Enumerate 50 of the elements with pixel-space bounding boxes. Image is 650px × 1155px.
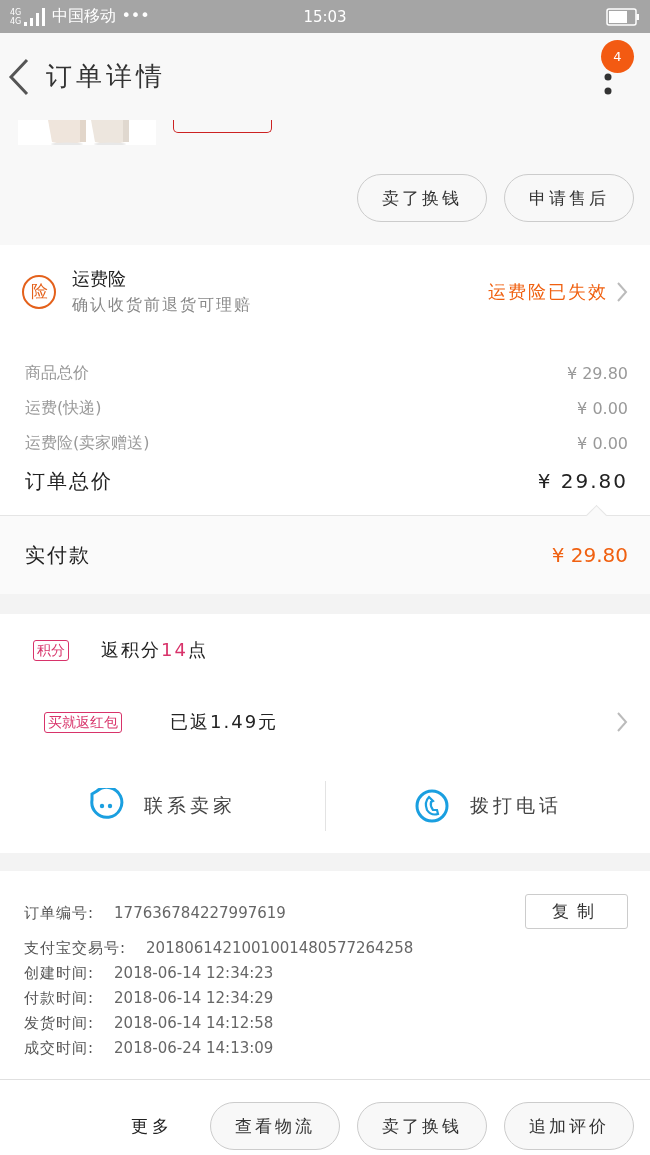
more-link[interactable]: 更多 <box>131 1114 173 1138</box>
info-label: 订单编号: <box>24 903 95 923</box>
network-label: 4G <box>10 16 22 26</box>
paid-value: ¥ 29.80 <box>551 543 628 567</box>
contact-button[interactable]: 联系卖家 <box>0 786 325 825</box>
rebate-text: 已返1.49元 <box>170 710 279 734</box>
info-value: 2018061421001001480577264258 <box>146 939 414 957</box>
back-icon[interactable] <box>8 57 30 96</box>
action-button[interactable]: 追加评价 <box>504 1102 634 1150</box>
copy-button[interactable]: 复制 <box>525 894 628 929</box>
page-title: 订单详情 <box>46 60 166 93</box>
price-value: ¥ 0.00 <box>577 434 628 453</box>
paid-label: 实付款 <box>25 541 91 569</box>
info-value: 2018-06-14 12:34:23 <box>114 964 274 982</box>
price-label: 商品总价 <box>25 363 89 384</box>
price-value: ¥ 0.00 <box>577 399 628 418</box>
info-label: 创建时间: <box>24 963 95 983</box>
action-button[interactable]: 申请售后 <box>504 174 634 222</box>
insurance-subtitle: 确认收货前退货可理赔 <box>72 295 252 316</box>
contact-button[interactable]: 拨打电话 <box>325 786 650 825</box>
clock-time: 15:03 <box>303 7 347 26</box>
battery-icon <box>606 7 640 26</box>
rebate-tag: 买就返红包 <box>44 711 122 733</box>
info-label: 付款时间: <box>24 988 95 1008</box>
chevron-right-icon <box>616 711 628 733</box>
phone-icon <box>413 787 450 824</box>
info-label: 支付宝交易号: <box>24 938 127 958</box>
insurance-badge: 险 <box>22 274 56 309</box>
price-label: 运费(快递) <box>25 398 102 419</box>
action-button[interactable]: 查看物流 <box>210 1102 340 1150</box>
info-value: 2018-06-14 14:12:58 <box>114 1014 274 1032</box>
chevron-right-icon <box>616 280 628 303</box>
points-text: 返积分 14 点 <box>101 638 208 662</box>
info-label: 发货时间: <box>24 1013 95 1033</box>
price-label: 运费险(卖家赠送) <box>25 433 150 454</box>
info-value: 177636784227997619 <box>114 904 286 922</box>
price-value: ¥ 29.80 <box>566 364 628 383</box>
carrier-name: 中国移动 ••• <box>52 6 150 27</box>
info-value: 2018-06-14 12:34:29 <box>114 989 274 1007</box>
info-label: 成交时间: <box>24 1038 95 1058</box>
total-value: ¥ 29.80 <box>537 469 628 493</box>
points-tag: 积分 <box>33 639 69 661</box>
signal-icon <box>24 7 47 26</box>
action-button[interactable]: 卖了换钱 <box>357 1102 487 1150</box>
total-label: 订单总价 <box>25 467 113 495</box>
notification-badge: 4 <box>601 40 634 73</box>
insurance-title: 运费险 <box>72 267 127 291</box>
network-label: 4G <box>10 7 22 17</box>
info-value: 2018-06-24 14:13:09 <box>114 1039 274 1057</box>
action-button[interactable]: 卖了换钱 <box>357 174 487 222</box>
